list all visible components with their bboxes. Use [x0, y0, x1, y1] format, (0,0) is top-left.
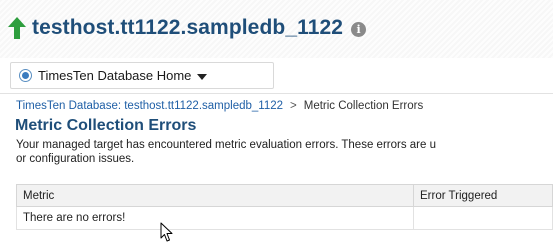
info-icon[interactable]: i: [351, 22, 367, 37]
breadcrumb-separator: >: [290, 100, 297, 112]
column-header-error-triggered[interactable]: Error Triggered: [413, 184, 553, 207]
target-menu-label: TimesTen Database Home: [38, 68, 192, 83]
breadcrumb: TimesTen Database: testhost.tt1122.sampl…: [16, 100, 423, 112]
page-title: Metric Collection Errors: [15, 117, 197, 134]
target-menu-button[interactable]: TimesTen Database Home: [10, 62, 274, 89]
table-cell-empty: [413, 206, 553, 230]
target-header: testhost.tt1122.sampledb_1122 i: [8, 15, 367, 41]
page-description: Your managed target has encountered metr…: [16, 138, 553, 166]
target-title: testhost.tt1122.sampledb_1122: [32, 16, 344, 39]
description-line: Your managed target has encountered metr…: [16, 139, 436, 151]
breadcrumb-current: Metric Collection Errors: [303, 100, 424, 112]
breadcrumb-link-database[interactable]: TimesTen Database: testhost.tt1122.sampl…: [16, 100, 283, 112]
mouse-cursor-icon: [160, 222, 173, 242]
description-line: or configuration issues.: [16, 153, 135, 165]
target-type-icon: [19, 69, 32, 82]
metric-errors-table: Metric Error Triggered There are no erro…: [16, 184, 553, 230]
chevron-down-icon: [197, 73, 208, 80]
divider: [0, 93, 553, 94]
empty-table-message: There are no errors!: [16, 206, 414, 230]
table-row: There are no errors!: [16, 206, 553, 230]
column-header-metric[interactable]: Metric: [16, 184, 414, 207]
target-up-arrow-icon: [8, 17, 26, 39]
table-header-row: Metric Error Triggered: [16, 184, 553, 207]
